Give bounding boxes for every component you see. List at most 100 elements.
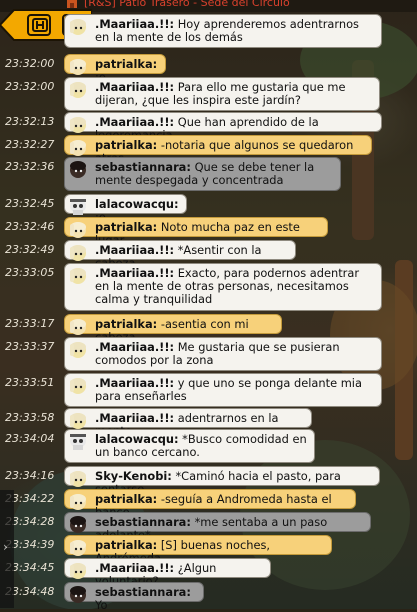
chat-message-row: 23:32:46 patrialka: Noto mucha paz en est… (0, 217, 417, 247)
message-username[interactable]: .Maariiaa.!!: (95, 115, 174, 129)
chat-bubble[interactable]: .Maariiaa.!!: ¿Algun voluntario? (64, 558, 271, 588)
message-username[interactable]: .Maariiaa.!!: (95, 411, 174, 425)
message-username[interactable]: patrialka: (95, 220, 157, 234)
user-avatar-icon[interactable] (67, 492, 91, 512)
user-avatar-icon[interactable] (67, 432, 91, 452)
user-avatar-icon[interactable] (67, 160, 91, 180)
user-avatar-icon[interactable] (67, 115, 91, 135)
user-avatar-icon[interactable] (67, 317, 91, 337)
message-username[interactable]: sebastiannara: (95, 515, 191, 529)
user-avatar-icon[interactable] (67, 266, 91, 286)
chat-message-row: 23:32:13 .Maariiaa.!!: Que han aprendido … (0, 112, 417, 142)
chevron-right-icon: › (3, 540, 8, 554)
message-username[interactable]: .Maariiaa.!!: (95, 243, 174, 257)
message-username[interactable]: sebastiannara: (95, 160, 191, 174)
message-username[interactable]: patrialka: (95, 492, 157, 506)
message-timestamp: 23:32:45 (5, 197, 55, 210)
message-username[interactable]: .Maariiaa.!!: (95, 340, 174, 354)
message-timestamp: 23:33:58 (5, 411, 55, 424)
message-username[interactable]: lalacowacqu: (95, 432, 179, 446)
chat-message-row: 23:33:51 .Maariiaa.!!: y que uno se ponga… (0, 373, 417, 407)
user-avatar-icon[interactable] (67, 220, 91, 240)
chat-message-row: 23:32:27 patrialka: -notaria que algunos … (0, 135, 417, 165)
message-timestamp: 23:32:49 (5, 243, 55, 256)
user-avatar-icon[interactable] (67, 17, 91, 37)
user-avatar-icon[interactable] (67, 515, 91, 535)
message-timestamp: 23:33:51 (5, 376, 55, 389)
chat-bubble[interactable]: patrialka: -asentia con mi cabeza (64, 314, 282, 344)
chat-bubble[interactable]: Sky-Kenobi: *Caminó hacia el pasto, para… (64, 466, 380, 496)
message-timestamp: 23:33:05 (5, 266, 55, 279)
user-avatar-icon[interactable] (67, 80, 91, 100)
chat-bubble[interactable]: .Maariiaa.!!: y que uno se ponga delante… (64, 373, 382, 407)
chat-message-row: .Maariiaa.!!: Hoy aprenderemos adentrarn… (0, 14, 417, 48)
chat-bubble[interactable]: patrialka: :o (64, 54, 166, 84)
chat-bubble[interactable]: .Maariiaa.!!: Hoy aprenderemos adentrarn… (64, 14, 382, 48)
chat-message-row: 23:34:28 sebastiannara: *me sentaba a un … (0, 512, 417, 542)
chat-bubble[interactable]: patrialka: Noto mucha paz en este lugar. (64, 217, 328, 247)
user-avatar-icon[interactable] (67, 57, 91, 77)
chat-bubble[interactable]: lalacowacqu: :o (64, 194, 187, 224)
chat-bubble[interactable]: .Maariiaa.!!: Exacto, para podernos aden… (64, 263, 382, 311)
message-timestamp: 23:32:46 (5, 220, 55, 233)
chat-message-row: 23:32:00 .Maariiaa.!!: Para ello me gusta… (0, 77, 417, 111)
chat-message-row: 23:33:05 .Maariiaa.!!: Exacto, para poder… (0, 263, 417, 311)
message-username[interactable]: .Maariiaa.!!: (95, 376, 174, 390)
message-username[interactable]: patrialka: (95, 538, 157, 552)
chat-message-row: 23:34:48 sebastiannara: Yo (0, 582, 417, 612)
message-username[interactable]: Sky-Kenobi: (95, 469, 172, 483)
chat-message-row: 23:32:36 sebastiannara: Que se debe tener… (0, 157, 417, 191)
message-timestamp: 23:33:17 (5, 317, 55, 330)
chat-bubble[interactable]: .Maariiaa.!!: Para ello me gustaria que … (64, 77, 380, 111)
message-timestamp: 23:32:13 (5, 115, 55, 128)
message-username[interactable]: lalacowacqu: (95, 197, 179, 211)
chat-message-row: 23:34:39patrialka: [S] buenas noches, An… (0, 535, 417, 565)
message-username[interactable]: .Maariiaa.!!: (95, 80, 174, 94)
message-timestamp: 23:33:37 (5, 340, 55, 353)
chat-message-row: 23:32:00 patrialka: :o (0, 54, 417, 84)
chat-message-row: 23:34:16 Sky-Kenobi: *Caminó hacia el pas… (0, 466, 417, 496)
chat-message-row: 23:32:49 .Maariiaa.!!: *Asentir con la ca… (0, 240, 417, 270)
chat-bubble[interactable]: lalacowacqu: *Busco comodidad en un banc… (64, 429, 315, 463)
message-username[interactable]: .Maariiaa.!!: (95, 561, 174, 575)
chat-bubble[interactable]: .Maariiaa.!!: *Asentir con la cabeza (64, 240, 296, 270)
user-avatar-icon[interactable] (67, 585, 91, 605)
message-timestamp: 23:32:00 (5, 57, 55, 70)
chat-message-row: 23:34:22 patrialka: -seguía a Andromeda h… (0, 489, 417, 519)
message-timestamp: 23:34:04 (5, 432, 55, 445)
chat-message-row: 23:33:58 .Maariiaa.!!: adentrarnos en la … (0, 408, 417, 438)
user-avatar-icon[interactable] (67, 376, 91, 396)
user-avatar-icon[interactable] (67, 243, 91, 263)
user-avatar-icon[interactable] (67, 469, 91, 489)
user-avatar-icon[interactable] (67, 538, 91, 558)
message-timestamp: 23:32:27 (5, 138, 55, 151)
user-avatar-icon[interactable] (67, 561, 91, 581)
message-username[interactable]: patrialka: (95, 138, 157, 152)
message-timestamp: 23:32:36 (5, 160, 55, 173)
chat-bubble[interactable]: patrialka: -notaria que algunos se queda… (64, 135, 372, 165)
chat-bubble[interactable]: sebastiannara: *me sentaba a un paso ade… (64, 512, 371, 542)
chat-bubble[interactable]: patrialka: -seguía a Andromeda hasta el … (64, 489, 356, 519)
message-username[interactable]: sebastiannara: (95, 585, 191, 599)
message-username[interactable]: patrialka: (95, 317, 157, 331)
chat-message-row: 23:32:45 lalacowacqu: :o (0, 194, 417, 224)
message-username[interactable]: .Maariiaa.!!: (95, 266, 174, 280)
chat-message-row: 23:34:45 .Maariiaa.!!: ¿Algun voluntario? (0, 558, 417, 588)
user-avatar-icon[interactable] (67, 197, 91, 217)
chat-bubble[interactable]: .Maariiaa.!!: adentrarnos en la mente. (64, 408, 312, 438)
message-username[interactable]: .Maariiaa.!!: (95, 17, 174, 31)
chat-message-row: 23:33:37 .Maariiaa.!!: Me gustaria que se… (0, 337, 417, 371)
chat-bubble[interactable]: patrialka: [S] buenas noches, Andrómeda. (64, 535, 332, 565)
chat-bubble[interactable]: .Maariiaa.!!: Me gustaria que se pusiera… (64, 337, 382, 371)
message-username[interactable]: patrialka: (95, 57, 157, 71)
chat-log: .Maariiaa.!!: Hoy aprenderemos adentrarn… (0, 0, 417, 612)
message-timestamp: 23:32:00 (5, 80, 55, 93)
message-text: Yo (95, 598, 108, 612)
side-panel-toggle[interactable]: › (0, 490, 14, 608)
chat-bubble[interactable]: sebastiannara: Yo (64, 582, 204, 612)
chat-bubble[interactable]: sebastiannara: Que se debe tener la ment… (64, 157, 341, 191)
user-avatar-icon[interactable] (67, 340, 91, 360)
chat-bubble[interactable]: .Maariiaa.!!: Que han aprendido de la le… (64, 112, 382, 142)
user-avatar-icon[interactable] (67, 411, 91, 431)
user-avatar-icon[interactable] (67, 138, 91, 158)
